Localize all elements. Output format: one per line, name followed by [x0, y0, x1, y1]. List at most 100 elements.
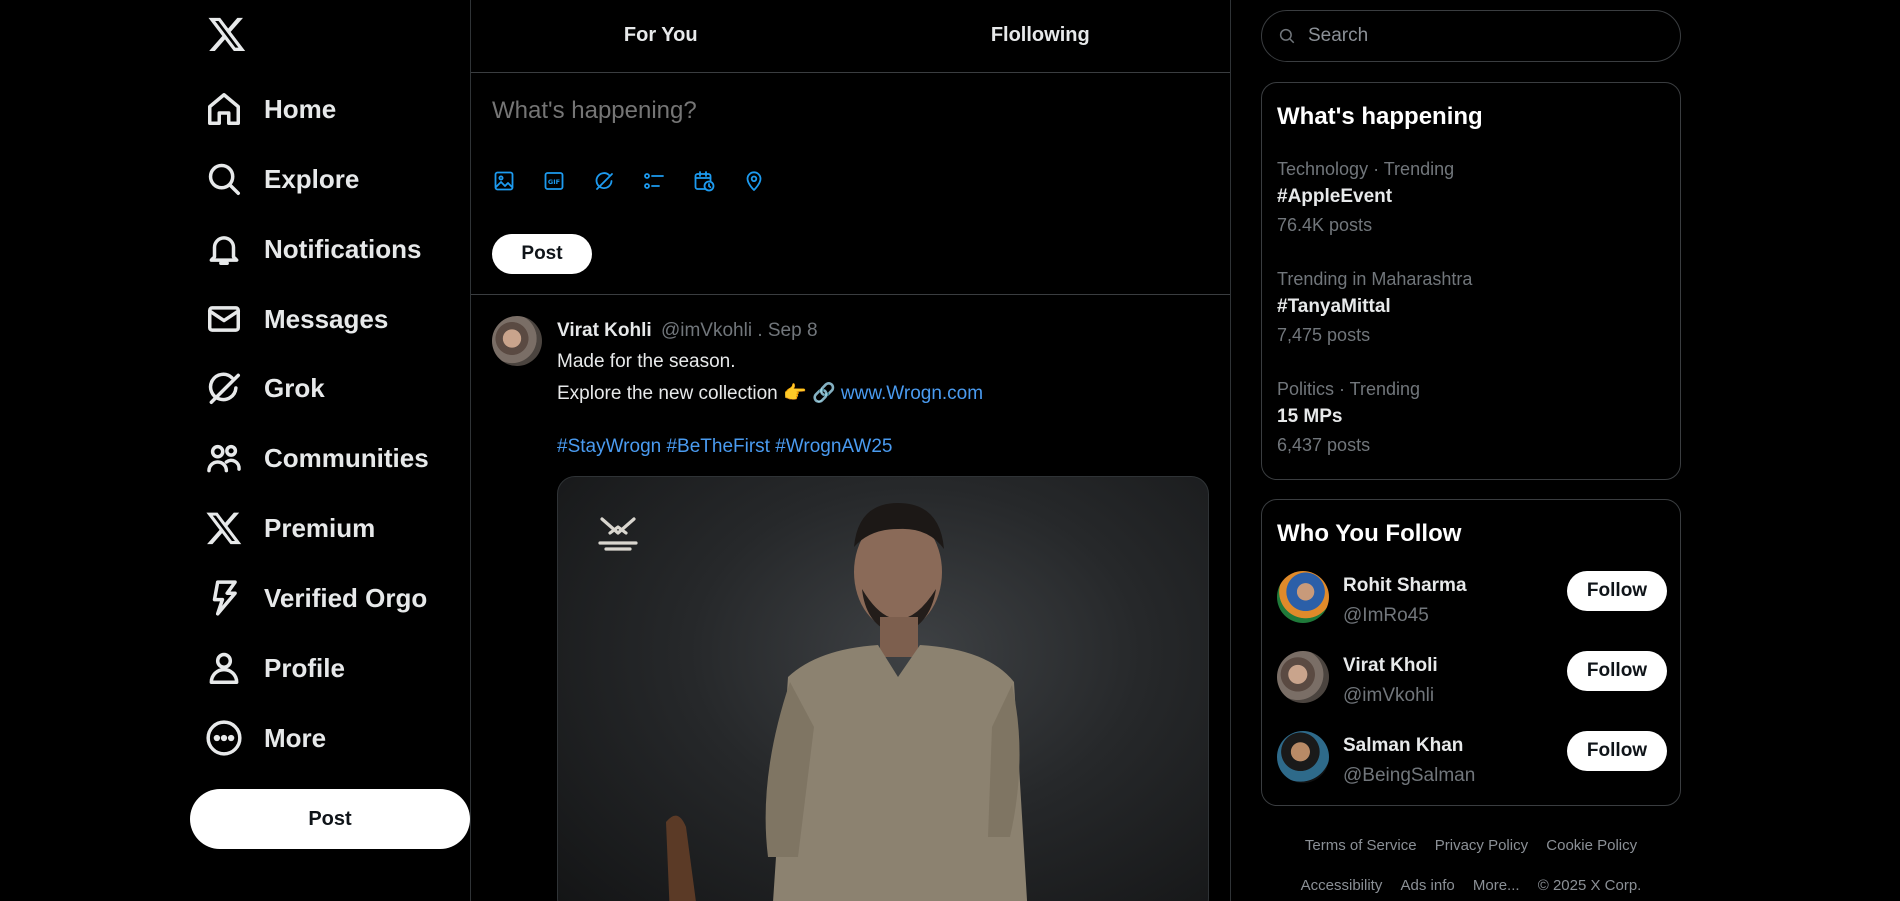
footer-link[interactable]: More... [1473, 877, 1520, 894]
tweet-link[interactable]: www.Wrogn.com [841, 383, 983, 404]
more-circle-icon [204, 718, 244, 758]
lightning-icon [204, 578, 244, 618]
nav-label: Notifications [264, 233, 422, 264]
user-handle: @ImRo45 [1343, 605, 1429, 626]
trend-item[interactable]: Politics · Trending 15 MPs 6,437 posts [1277, 379, 1657, 456]
tweet-hashtags[interactable]: #StayWrogn #BeTheFirst #WrognAW25 [557, 436, 892, 458]
person-icon [204, 648, 244, 688]
compose-input[interactable] [492, 97, 1192, 125]
search-box[interactable] [1261, 10, 1681, 62]
nav-more[interactable]: More [204, 710, 326, 766]
tweet-text-line: Made for the season. [557, 351, 736, 372]
post-composer: GIF Post [471, 73, 1230, 295]
footer-link[interactable]: Accessibility [1301, 877, 1383, 894]
composer-toolbar: GIF [492, 169, 766, 193]
nav-label: Explore [264, 163, 360, 194]
trend-count: 7,475 posts [1277, 325, 1371, 345]
app-root: Home Explore Notifications Messages Grok [0, 0, 1900, 901]
nav-label: Verified Orgo [264, 582, 428, 613]
trend-item[interactable]: Technology · Trending #AppleEvent 76.4K … [1277, 159, 1657, 236]
whats-happening-card: What's happening Technology · Trending #… [1261, 82, 1681, 480]
nav-profile[interactable]: Profile [204, 640, 345, 696]
tweet-text-line: Explore the new collection 👉 🔗 www.Wrogn… [557, 381, 983, 405]
trend-item[interactable]: Trending in Maharashtra #TanyaMittal 7,4… [1277, 269, 1657, 346]
footer-link[interactable]: Privacy Policy [1435, 837, 1528, 854]
follow-suggestion: Rohit Sharma @ImRo45 Follow [1277, 571, 1667, 627]
tweet-media-image[interactable] [557, 476, 1209, 901]
follow-button[interactable]: Follow [1567, 651, 1667, 691]
avatar[interactable] [1277, 731, 1329, 783]
post-button[interactable]: Post [190, 789, 470, 849]
divider [1230, 0, 1231, 901]
gif-icon[interactable]: GIF [542, 169, 566, 193]
image-icon[interactable] [492, 169, 516, 193]
card-title: Who You Follow [1277, 520, 1462, 547]
avatar[interactable] [492, 316, 542, 366]
tweet-author-name[interactable]: Virat Kohli [557, 320, 652, 341]
compose-post-button[interactable]: Post [492, 234, 592, 274]
nav-label: More [264, 722, 327, 753]
avatar[interactable] [1277, 571, 1329, 623]
follow-button[interactable]: Follow [1567, 571, 1667, 611]
follow-suggestion: Salman Khan @BeingSalman Follow [1277, 731, 1667, 787]
poll-icon[interactable] [642, 169, 666, 193]
search-icon [1279, 28, 1295, 44]
location-icon[interactable] [742, 169, 766, 193]
nav-label: Messages [264, 303, 389, 334]
tab-following[interactable]: Flollowing [851, 0, 1231, 72]
tweet-handle-date: @imVkohli . Sep 8 [660, 320, 818, 341]
tab-for-you[interactable]: For You [471, 0, 851, 72]
timeline-tabs: For You Flollowing [471, 0, 1230, 73]
nav-messages[interactable]: Messages [204, 291, 388, 347]
trend-tag: #AppleEvent [1277, 186, 1393, 207]
nav-verified-orgs[interactable]: Verified Orgo [204, 570, 427, 626]
tweet-text: Explore the new collection 👉 🔗 [557, 383, 841, 404]
tweet: Virat Kohli @imVkohli . Sep 8 Made for t… [471, 296, 1230, 901]
right-sidebar: What's happening Technology · Trending #… [1261, 0, 1681, 901]
x-logo-icon[interactable] [207, 14, 247, 54]
follow-suggestion: Virat Kholi @imVkohli Follow [1277, 651, 1667, 707]
footer-links: Accessibility Ads info More... © 2025 X … [1261, 877, 1681, 894]
nav-label: Communities [264, 442, 429, 473]
nav-label: Profile [264, 652, 345, 683]
trend-context: Politics · Trending [1277, 379, 1421, 399]
footer-link[interactable]: Cookie Policy [1546, 837, 1637, 854]
trend-count: 76.4K posts [1277, 215, 1373, 235]
nav-premium[interactable]: Premium [204, 500, 375, 556]
trend-context: Trending in Maharashtra [1277, 269, 1473, 289]
person-photo [666, 503, 1028, 901]
user-name[interactable]: Virat Kholi [1343, 655, 1438, 677]
who-to-follow-card: Who You Follow Rohit Sharma @ImRo45 Foll… [1261, 499, 1681, 806]
user-handle: @BeingSalman [1343, 765, 1476, 786]
trend-tag: 15 MPs [1277, 406, 1343, 427]
svg-text:GIF: GIF [548, 178, 560, 186]
search-icon [204, 159, 244, 199]
user-handle: @imVkohli [1343, 685, 1435, 706]
follow-button[interactable]: Follow [1567, 731, 1667, 771]
nav-communities[interactable]: Communities [204, 430, 429, 486]
schedule-icon[interactable] [692, 169, 716, 193]
search-input[interactable] [1308, 25, 1648, 47]
nav-notifications[interactable]: Notifications [204, 221, 421, 277]
avatar[interactable] [1277, 651, 1329, 703]
footer-link[interactable]: Terms of Service [1305, 837, 1417, 854]
grok-icon[interactable] [592, 169, 616, 193]
nav-grok[interactable]: Grok [204, 360, 325, 416]
user-name[interactable]: Salman Khan [1343, 735, 1463, 757]
trend-count: 6,437 posts [1277, 435, 1371, 455]
x-logo-icon [204, 508, 244, 548]
grok-icon [204, 368, 244, 408]
nav-label: Home [264, 93, 337, 124]
nav-label: Grok [264, 372, 325, 403]
copyright: © 2025 X Corp. [1537, 877, 1642, 894]
home-icon [204, 89, 244, 129]
trend-tag: #TanyaMittal [1277, 296, 1391, 317]
footer-links: Terms of Service Privacy Policy Cookie P… [1261, 837, 1681, 854]
user-name[interactable]: Rohit Sharma [1343, 575, 1467, 597]
card-title: What's happening [1277, 103, 1483, 130]
mail-icon [204, 299, 244, 339]
footer-link[interactable]: Ads info [1401, 877, 1455, 894]
nav-explore[interactable]: Explore [204, 151, 359, 207]
left-sidebar: Home Explore Notifications Messages Grok [190, 0, 470, 901]
nav-home[interactable]: Home [204, 81, 336, 137]
